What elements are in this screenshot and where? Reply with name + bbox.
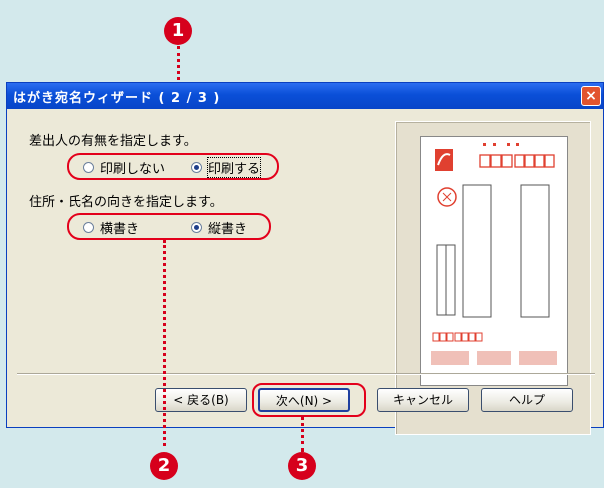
postcard [420, 136, 568, 386]
close-icon: × [585, 88, 597, 104]
radio-indicator [83, 162, 94, 173]
window-title: はがき宛名ウィザード ( 2 / 3 ) [13, 91, 221, 106]
close-button[interactable]: × [581, 86, 601, 106]
radio-indicator-selected [191, 162, 202, 173]
radio-horizontal[interactable]: 横書き [83, 218, 139, 237]
radio-indicator [83, 222, 94, 233]
sender-label: 差出人の有無を指定します。 [29, 134, 197, 149]
callout-3: 3 [288, 452, 316, 480]
help-button[interactable]: ヘルプ [481, 388, 573, 412]
callout-2-leader [163, 240, 166, 446]
radio-print[interactable]: 印刷する [191, 157, 262, 178]
title-bar[interactable]: はがき宛名ウィザード ( 2 / 3 ) × [7, 83, 603, 109]
callout-1: 1 [164, 17, 192, 45]
radio-indicator-selected [191, 222, 202, 233]
callout-2: 2 [150, 452, 178, 480]
radio-label: 印刷しない [100, 162, 166, 177]
back-button[interactable]: < 戻る(B) [155, 388, 247, 412]
radio-label: 縦書き [208, 222, 248, 237]
radio-no-print[interactable]: 印刷しない [83, 158, 165, 177]
radio-vertical[interactable]: 縦書き [191, 218, 247, 237]
callout-3-leader [301, 416, 304, 452]
button-separator [17, 373, 595, 375]
next-highlight [252, 383, 366, 417]
wizard-dialog: はがき宛名ウィザード ( 2 / 3 ) × 差出人の有無を指定します。 印刷し… [6, 82, 604, 435]
cancel-button[interactable]: キャンセル [377, 388, 469, 412]
stamp-icon [435, 149, 453, 171]
postcard-layout-icon [431, 143, 557, 365]
radio-label: 横書き [100, 222, 140, 237]
orientation-label: 住所・氏名の向きを指定します。 [29, 195, 223, 210]
radio-label: 印刷する [206, 157, 262, 178]
